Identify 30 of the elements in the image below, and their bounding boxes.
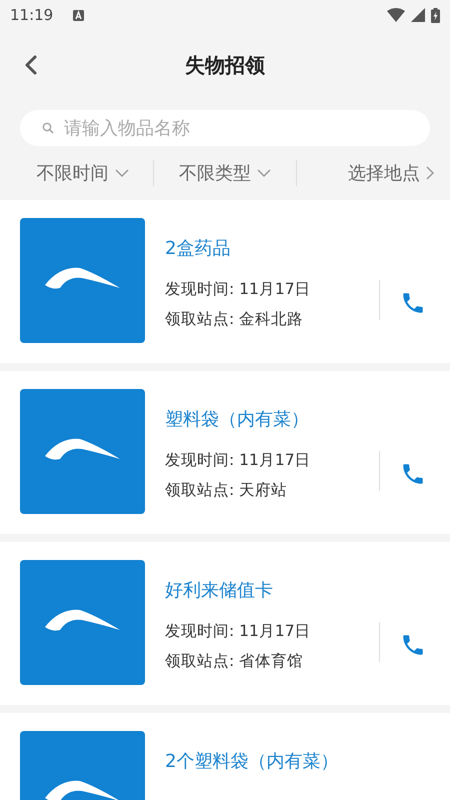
filter-button[interactable]: 不限类型 xyxy=(154,157,296,189)
filter-button[interactable]: 不限时间 xyxy=(12,157,154,189)
status-time: 11:19 xyxy=(10,6,54,24)
item-card[interactable]: 2个塑料袋（内有菜） xyxy=(0,713,450,800)
found-time: 发现时间: 11月17日 xyxy=(165,621,312,642)
found-time: 发现时间: 11月17日 xyxy=(165,450,312,471)
search-field[interactable]: 请输入物品名称 xyxy=(20,110,430,146)
logo-tile-icon xyxy=(20,560,145,685)
logo-tile-icon xyxy=(20,389,145,514)
item-title: 2个塑料袋（内有菜） xyxy=(165,750,340,773)
filter-button[interactable]: 选择地点 xyxy=(296,157,438,189)
chevron-right-icon xyxy=(426,166,434,180)
page-title: 失物招领 xyxy=(185,52,265,78)
item-title: 好利来储值卡 xyxy=(165,579,274,602)
pickup-station: 领取站点: 金科北路 xyxy=(165,309,304,330)
pickup-station: 领取站点: 天府站 xyxy=(165,480,288,501)
logo-tile-icon xyxy=(20,218,145,343)
chevron-down-icon xyxy=(114,168,129,178)
battery-icon xyxy=(431,8,440,22)
item-card[interactable]: 塑料袋（内有菜） 发现时间: 11月17日 领取站点: 天府站 xyxy=(0,371,450,534)
notification-icon xyxy=(73,10,84,20)
signal-icon xyxy=(411,8,425,22)
found-time: 发现时间: 11月17日 xyxy=(165,279,312,300)
chevron-down-icon xyxy=(256,168,271,178)
pickup-station: 领取站点: 省体育馆 xyxy=(165,651,304,672)
item-card[interactable]: 好利来储值卡 发现时间: 11月17日 领取站点: 省体育馆 xyxy=(0,542,450,705)
item-title: 2盒药品 xyxy=(165,237,232,260)
wifi-icon xyxy=(387,8,405,22)
item-title: 塑料袋（内有菜） xyxy=(165,408,310,431)
item-card[interactable]: 2盒药品 发现时间: 11月17日 领取站点: 金科北路 xyxy=(0,200,450,363)
